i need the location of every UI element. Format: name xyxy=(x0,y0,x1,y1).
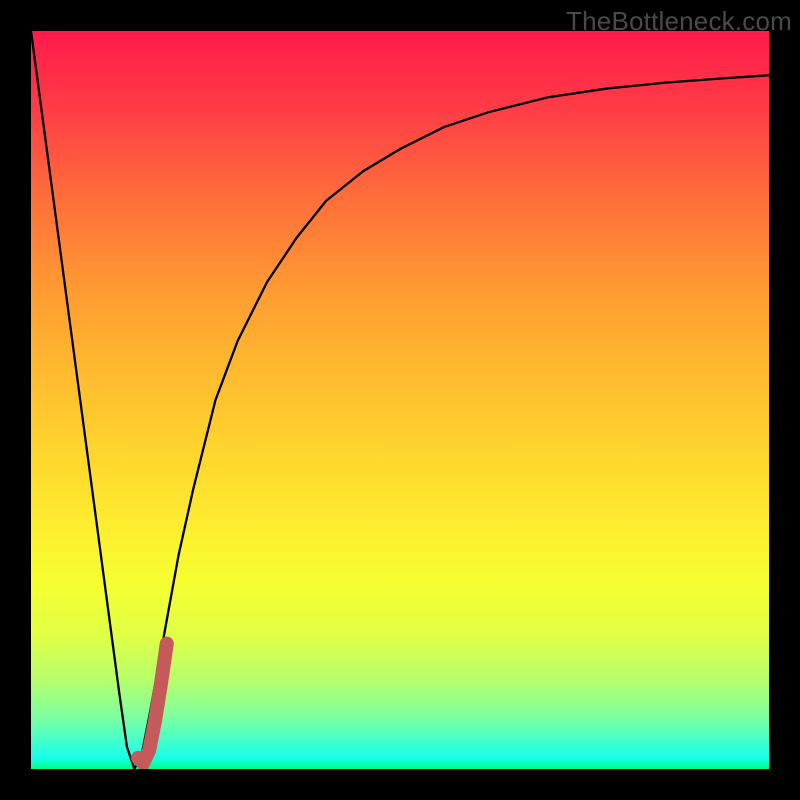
chart-frame: TheBottleneck.com xyxy=(0,0,800,800)
highlight-marker xyxy=(138,644,167,764)
curve-layer xyxy=(31,31,769,769)
plot-area xyxy=(31,31,769,769)
watermark-text: TheBottleneck.com xyxy=(566,6,792,37)
bottleneck-curve xyxy=(31,31,769,769)
